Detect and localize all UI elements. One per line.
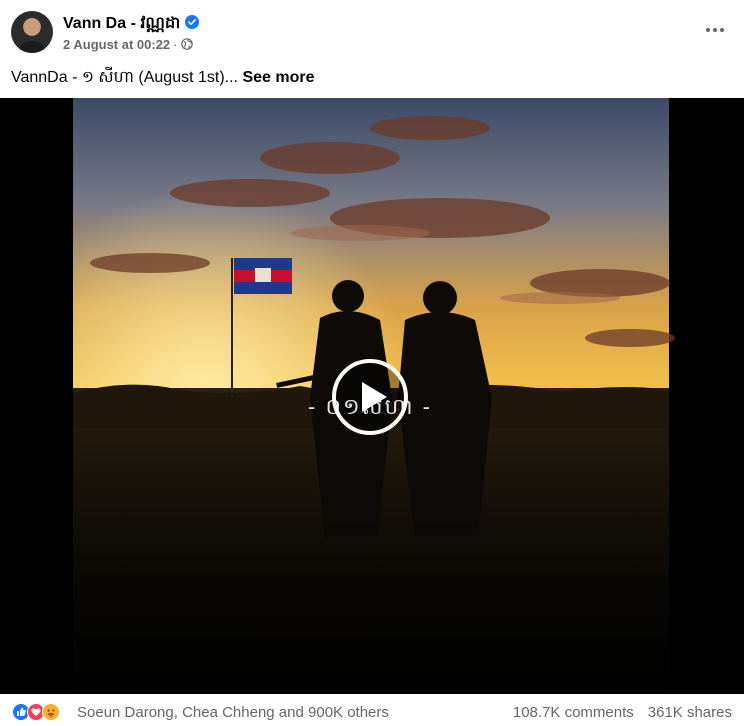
- meta-separator: ·: [173, 37, 178, 52]
- author-name-link[interactable]: Vann Da - វណ្ណដា: [63, 12, 200, 36]
- post-meta: 2 August at 00:22 ·: [63, 37, 193, 52]
- play-icon[interactable]: [331, 358, 409, 436]
- engagement-bar: Soeun Darong, Chea Chheng and 900K other…: [0, 694, 744, 726]
- comments-count[interactable]: 108.7K comments: [513, 704, 634, 721]
- reacted-by-text[interactable]: Soeun Darong, Chea Chheng and 900K other…: [77, 704, 389, 721]
- caption-text: VannDa - ១ សីហា (August 1st)...: [11, 69, 238, 86]
- shares-count[interactable]: 361K shares: [648, 704, 732, 721]
- post-header: Vann Da - វណ្ណដា 2 August at 00:22 ·: [0, 0, 744, 60]
- engagement-counts: 108.7K comments 361K shares: [513, 704, 732, 721]
- verified-badge-icon: [185, 15, 200, 29]
- reaction-icons[interactable]: [12, 702, 60, 722]
- author-name[interactable]: Vann Da - វណ្ណដា: [63, 15, 180, 32]
- more-options-icon[interactable]: [700, 18, 730, 42]
- post-caption: VannDa - ១ សីហា (August 1st)... See more: [11, 66, 315, 90]
- author-avatar[interactable]: [11, 11, 53, 53]
- video-player[interactable]: - ០១សីហា -: [0, 98, 744, 694]
- care-icon: [42, 703, 60, 721]
- see-more-link[interactable]: See more: [242, 69, 314, 86]
- globe-icon[interactable]: [180, 38, 193, 50]
- post-timestamp[interactable]: 2 August at 00:22: [63, 37, 170, 52]
